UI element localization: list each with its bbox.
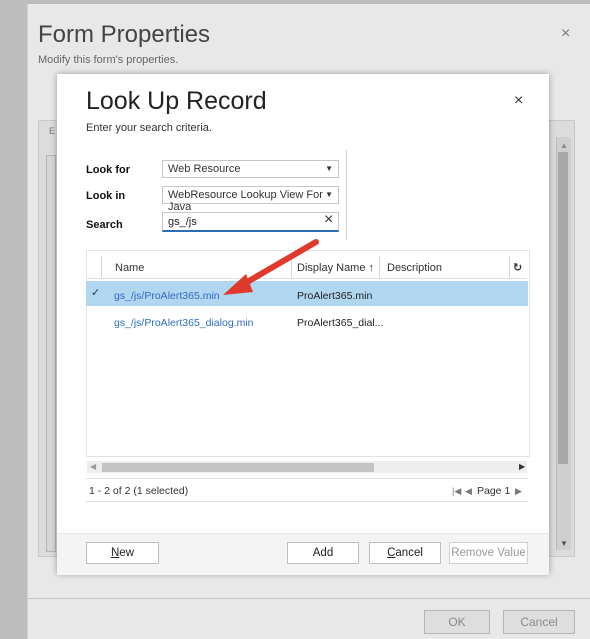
page-number: Page 1 xyxy=(477,485,511,497)
previous-page-icon[interactable]: ◀ xyxy=(465,486,472,497)
horizontal-scroll-thumb[interactable] xyxy=(102,463,374,472)
next-page-icon[interactable]: ▶ xyxy=(515,486,522,497)
add-button[interactable]: Add xyxy=(287,542,359,564)
record-count-text: 1 - 2 of 2 (1 selected) xyxy=(89,485,189,497)
scroll-left-icon[interactable]: ◀ xyxy=(90,462,96,471)
first-page-icon[interactable]: |◀ xyxy=(452,486,461,497)
new-button[interactable]: New xyxy=(86,542,159,564)
cancel-button[interactable]: Cancel xyxy=(369,542,441,564)
scroll-right-icon[interactable]: ▶ xyxy=(519,462,525,471)
remove-value-button[interactable]: Remove Value xyxy=(449,542,528,564)
